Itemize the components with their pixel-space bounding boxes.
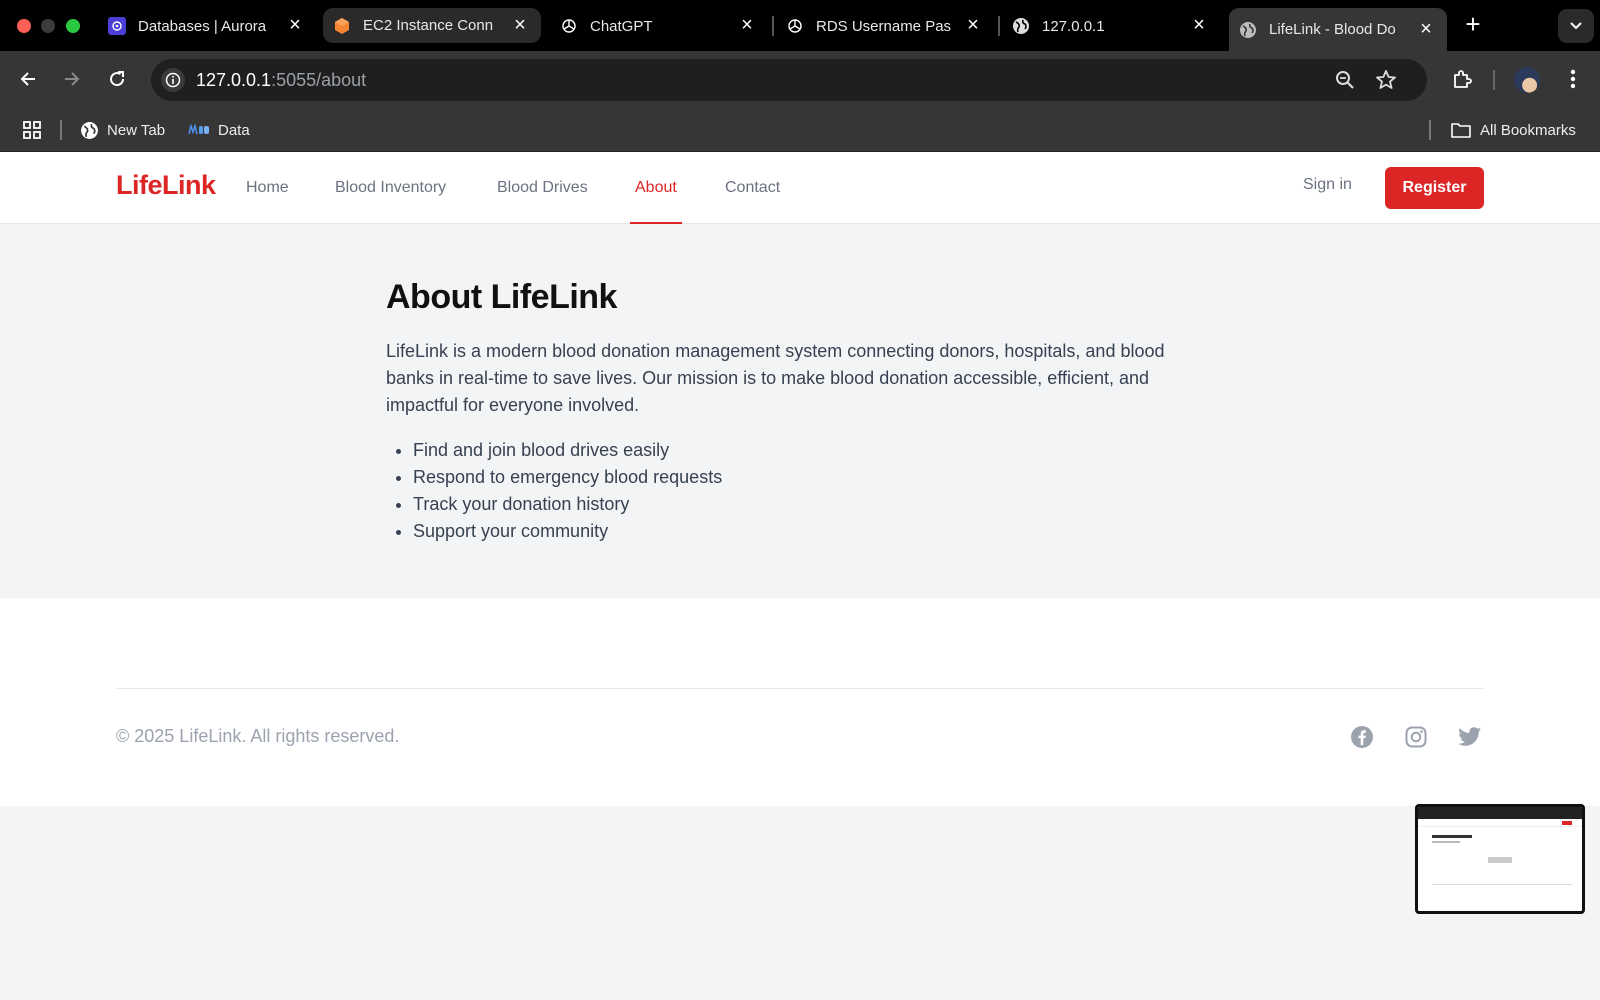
mdb-icon bbox=[188, 124, 210, 136]
tab-separator bbox=[772, 16, 774, 36]
nav-about[interactable]: About bbox=[630, 152, 682, 224]
tab-title: LifeLink - Blood Do bbox=[1269, 21, 1396, 38]
bookmark-label: Data bbox=[218, 121, 250, 139]
close-tab-icon[interactable]: × bbox=[286, 15, 304, 35]
browser-tab-ec2[interactable]: EC2 Instance Conn × bbox=[323, 8, 541, 43]
tab-title: 127.0.0.1 bbox=[1042, 17, 1105, 35]
thumbnail-empty-state bbox=[1488, 857, 1512, 863]
about-section: About LifeLink LifeLink is a modern bloo… bbox=[386, 278, 1206, 545]
browser-toolbar: 127.0.0.1:5055/about bbox=[0, 51, 1600, 108]
browser-tab-bar: Databases | Aurora × EC2 Instance Conn ×… bbox=[0, 0, 1600, 51]
thumbnail-heading bbox=[1432, 835, 1472, 838]
thumbnail-subheading bbox=[1432, 841, 1460, 843]
tab-title: Databases | Aurora bbox=[138, 17, 267, 35]
nav-home[interactable]: Home bbox=[246, 152, 289, 224]
extensions-icon[interactable] bbox=[1447, 64, 1477, 94]
facebook-icon[interactable] bbox=[1349, 724, 1375, 750]
site-info-icon[interactable] bbox=[161, 68, 185, 92]
feature-list: Find and join blood drives easily Respon… bbox=[386, 437, 1206, 545]
browser-menu-icon[interactable] bbox=[1558, 64, 1588, 94]
forward-button[interactable] bbox=[56, 63, 88, 95]
register-button[interactable]: Register bbox=[1385, 167, 1484, 209]
instagram-icon[interactable] bbox=[1403, 724, 1429, 750]
address-url[interactable]: 127.0.0.1:5055/about bbox=[196, 70, 366, 91]
browser-tab-aurora[interactable]: Databases | Aurora × bbox=[98, 8, 316, 44]
window-maximize-button[interactable] bbox=[66, 19, 80, 33]
twitter-icon[interactable] bbox=[1457, 724, 1483, 750]
feature-item: Track your donation history bbox=[413, 491, 1206, 518]
reload-button[interactable] bbox=[101, 63, 133, 95]
arrow-left-icon bbox=[20, 72, 35, 86]
browser-tab-localhost[interactable]: 127.0.0.1 × bbox=[1002, 8, 1220, 44]
window-close-button[interactable] bbox=[17, 19, 31, 33]
site-footer: © 2025 LifeLink. All rights reserved. bbox=[0, 598, 1600, 806]
page-title: About LifeLink bbox=[386, 278, 617, 316]
close-tab-icon[interactable]: × bbox=[964, 15, 982, 35]
tab-search-button[interactable] bbox=[1558, 9, 1594, 43]
site-navbar: LifeLink Home Blood Inventory Blood Driv… bbox=[0, 152, 1600, 224]
about-description: LifeLink is a modern blood donation mana… bbox=[386, 341, 1165, 415]
tab-title: ChatGPT bbox=[590, 17, 653, 35]
reload-icon bbox=[110, 71, 125, 87]
globe-icon bbox=[1239, 21, 1257, 39]
sign-in-link[interactable]: Sign in bbox=[1303, 176, 1352, 194]
apps-grid-icon bbox=[23, 121, 41, 139]
footer-divider bbox=[116, 688, 1484, 689]
close-tab-icon[interactable]: × bbox=[1417, 19, 1435, 39]
bookmark-label: New Tab bbox=[107, 121, 166, 139]
bookmark-separator bbox=[1429, 120, 1431, 140]
url-host: 127.0.0.1 bbox=[196, 70, 272, 90]
aws-ec2-icon bbox=[333, 17, 351, 35]
nav-blood-drives[interactable]: Blood Drives bbox=[497, 152, 588, 224]
chatgpt-icon bbox=[786, 17, 804, 35]
copyright-text: © 2025 LifeLink. All rights reserved. bbox=[116, 726, 400, 746]
tab-title: EC2 Instance Conn bbox=[363, 17, 494, 34]
close-tab-icon[interactable]: × bbox=[1190, 15, 1208, 35]
nav-contact[interactable]: Contact bbox=[725, 152, 780, 224]
apps-grid-button[interactable] bbox=[22, 118, 42, 142]
tab-separator bbox=[998, 16, 1000, 36]
close-tab-icon[interactable]: × bbox=[738, 15, 756, 35]
new-tab-button[interactable]: + bbox=[1459, 11, 1487, 39]
browser-tab-rds[interactable]: RDS Username Pas × bbox=[776, 8, 994, 44]
tab-title: RDS Username Pas bbox=[816, 17, 952, 35]
profile-avatar[interactable] bbox=[1514, 67, 1540, 93]
address-bar[interactable]: 127.0.0.1:5055/about bbox=[151, 59, 1427, 101]
bookmarks-bar: New Tab Data All Bookmarks bbox=[0, 108, 1600, 152]
browser-tab-chatgpt[interactable]: ChatGPT × bbox=[550, 8, 768, 44]
zoom-icon[interactable] bbox=[1334, 69, 1356, 96]
toolbar-separator bbox=[1493, 70, 1495, 90]
bookmark-new-tab[interactable]: New Tab bbox=[80, 118, 165, 142]
chevron-down-icon bbox=[1570, 22, 1582, 30]
feature-item: Respond to emergency blood requests bbox=[413, 464, 1206, 491]
all-bookmarks-button[interactable]: All Bookmarks bbox=[1450, 118, 1576, 142]
all-bookmarks-label: All Bookmarks bbox=[1480, 121, 1576, 139]
thumbnail-footer-line bbox=[1432, 884, 1572, 885]
feature-item: Find and join blood drives easily bbox=[413, 437, 1206, 464]
window-minimize-button[interactable] bbox=[41, 19, 55, 33]
site-logo[interactable]: LifeLink bbox=[116, 170, 216, 201]
feature-item: Support your community bbox=[413, 518, 1206, 545]
web-page: LifeLink Home Blood Inventory Blood Driv… bbox=[0, 152, 1600, 1000]
browser-tab-lifelink[interactable]: LifeLink - Blood Do × bbox=[1229, 8, 1447, 51]
screenshot-preview-thumbnail[interactable] bbox=[1415, 804, 1585, 914]
thumbnail-navbar bbox=[1418, 819, 1582, 827]
aurora-db-icon bbox=[108, 17, 126, 35]
chatgpt-icon bbox=[560, 17, 578, 35]
globe-icon bbox=[80, 121, 99, 140]
globe-icon bbox=[1012, 17, 1030, 35]
arrow-right-icon bbox=[65, 72, 80, 86]
url-path: :5055/about bbox=[271, 70, 367, 90]
close-tab-icon[interactable]: × bbox=[511, 15, 529, 35]
bookmark-separator bbox=[60, 120, 62, 140]
thumbnail-browser-bar bbox=[1418, 807, 1582, 819]
back-button[interactable] bbox=[12, 63, 44, 95]
nav-blood-inventory[interactable]: Blood Inventory bbox=[335, 152, 446, 224]
folder-icon bbox=[1450, 121, 1472, 139]
bookmark-data[interactable]: Data bbox=[188, 118, 250, 142]
bookmark-star-icon[interactable] bbox=[1374, 68, 1398, 97]
